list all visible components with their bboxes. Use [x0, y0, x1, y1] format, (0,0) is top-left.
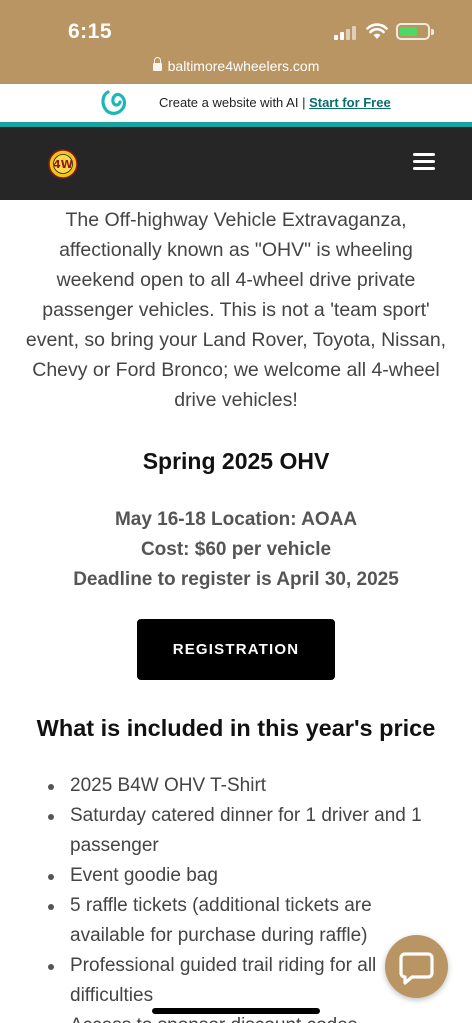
home-indicator	[152, 1008, 320, 1014]
address-bar[interactable]: baltimore4wheelers.com	[0, 57, 472, 74]
chat-bubble-icon	[399, 952, 434, 985]
included-list: 2025 B4W OHV T-Shirt Saturday catered di…	[48, 771, 428, 1023]
status-time: 6:15	[68, 20, 113, 43]
lock-icon	[152, 57, 162, 71]
list-item: Saturday catered dinner for 1 driver and…	[48, 801, 428, 861]
start-for-free-link[interactable]: Start for Free	[309, 95, 391, 110]
list-item: Professional guided trail riding for all…	[48, 951, 428, 1011]
site-header: 4W	[0, 127, 472, 200]
status-bar: 6:15 baltimore4wheelers.com	[0, 0, 472, 84]
promo-banner: Create a website with AI | Start for Fre…	[0, 84, 472, 122]
registration-button[interactable]: REGISTRATION	[137, 619, 335, 680]
included-title: What is included in this year's price	[36, 715, 436, 741]
hamburger-menu-icon[interactable]	[411, 151, 437, 173]
list-item: 2025 B4W OHV T-Shirt	[48, 771, 428, 801]
chat-button[interactable]	[385, 935, 448, 998]
list-item: 5 raffle tickets (additional tickets are…	[48, 891, 428, 951]
event-dates-location: May 16-18 Location: AOAA	[114, 509, 358, 530]
event-title: Spring 2025 OHV	[142, 448, 330, 474]
baltimore-4wheelers-logo[interactable]: 4W	[48, 149, 78, 179]
promo-message: Create a website with AI |	[159, 95, 310, 110]
promo-text: Create a website with AI | Start for Fre…	[159, 95, 391, 110]
event-details: May 16-18 Location: AOAA Cost: $60 per v…	[0, 505, 472, 595]
svg-text:4W: 4W	[53, 158, 73, 171]
event-cost: Cost: $60 per vehicle	[140, 539, 332, 560]
battery-charging-icon	[396, 23, 430, 40]
cellular-signal-icon	[334, 26, 358, 40]
godaddy-logo-icon	[101, 90, 127, 115]
wifi-icon	[366, 23, 388, 39]
url-text: baltimore4wheelers.com	[167, 58, 320, 74]
intro-paragraph: The Off-highway Vehicle Extravaganza, af…	[25, 209, 447, 411]
list-item: Event goodie bag	[48, 861, 428, 891]
event-deadline: Deadline to register is April 30, 2025	[73, 569, 399, 590]
